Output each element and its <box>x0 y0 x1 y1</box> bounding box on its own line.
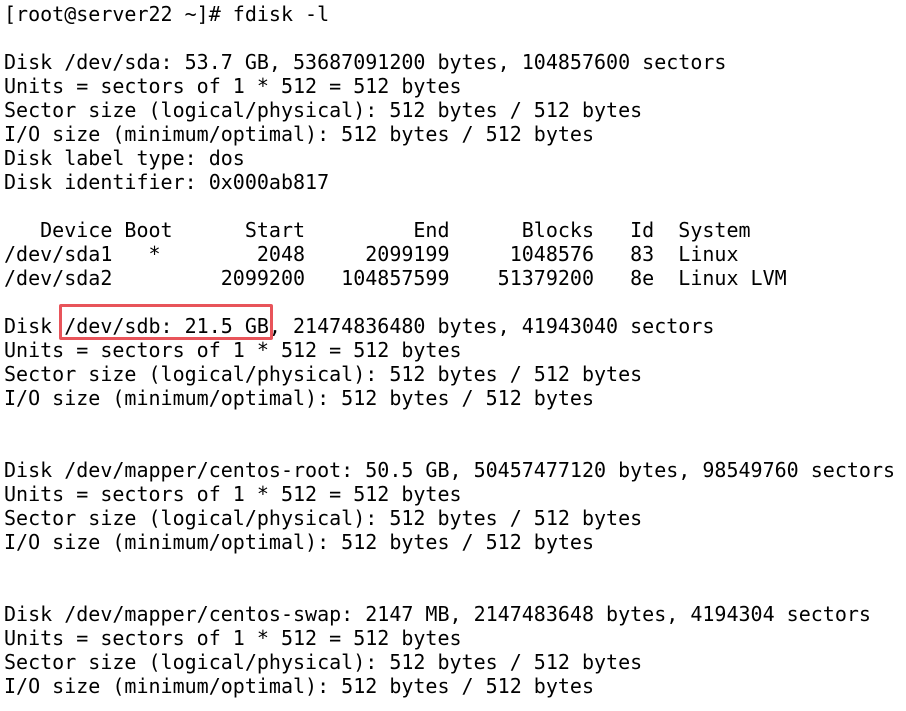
sda-sector-size-line: Sector size (logical/physical): 512 byte… <box>4 98 643 122</box>
partition-row-sda2: /dev/sda2 2099200 104857599 51379200 8e … <box>4 266 787 290</box>
centos-swap-sector-size-line: Sector size (logical/physical): 512 byte… <box>4 650 643 674</box>
sdb-sector-size-line: Sector size (logical/physical): 512 byte… <box>4 362 643 386</box>
sda-identifier-line: Disk identifier: 0x000ab817 <box>4 170 330 194</box>
sda-io-size-line: I/O size (minimum/optimal): 512 bytes / … <box>4 122 595 146</box>
sda-units-line: Units = sectors of 1 * 512 = 512 bytes <box>4 74 462 98</box>
centos-root-io-size-line: I/O size (minimum/optimal): 512 bytes / … <box>4 530 595 554</box>
command-prompt-line: [root@server22 ~]# fdisk -l <box>4 2 330 26</box>
partition-row-sda1: /dev/sda1 * 2048 2099199 1048576 83 Linu… <box>4 242 739 266</box>
centos-root-sector-size-line: Sector size (logical/physical): 512 byte… <box>4 506 643 530</box>
terminal-window[interactable]: [root@server22 ~]# fdisk -l Disk /dev/sd… <box>0 0 906 711</box>
sda-label-type-line: Disk label type: dos <box>4 146 245 170</box>
centos-swap-disk-header: Disk /dev/mapper/centos-swap: 2147 MB, 2… <box>4 602 871 626</box>
centos-root-disk-header: Disk /dev/mapper/centos-root: 50.5 GB, 5… <box>4 458 896 482</box>
sdb-units-line: Units = sectors of 1 * 512 = 512 bytes <box>4 338 462 362</box>
sdb-io-size-line: I/O size (minimum/optimal): 512 bytes / … <box>4 386 595 410</box>
centos-swap-units-line: Units = sectors of 1 * 512 = 512 bytes <box>4 626 462 650</box>
sda-disk-header: Disk /dev/sda: 53.7 GB, 53687091200 byte… <box>4 50 727 74</box>
centos-root-units-line: Units = sectors of 1 * 512 = 512 bytes <box>4 482 462 506</box>
partition-table-header: Device Boot Start End Blocks Id System <box>4 218 751 242</box>
centos-swap-io-size-line: I/O size (minimum/optimal): 512 bytes / … <box>4 674 595 698</box>
sdb-disk-header: Disk /dev/sdb: 21.5 GB, 21474836480 byte… <box>4 314 715 338</box>
